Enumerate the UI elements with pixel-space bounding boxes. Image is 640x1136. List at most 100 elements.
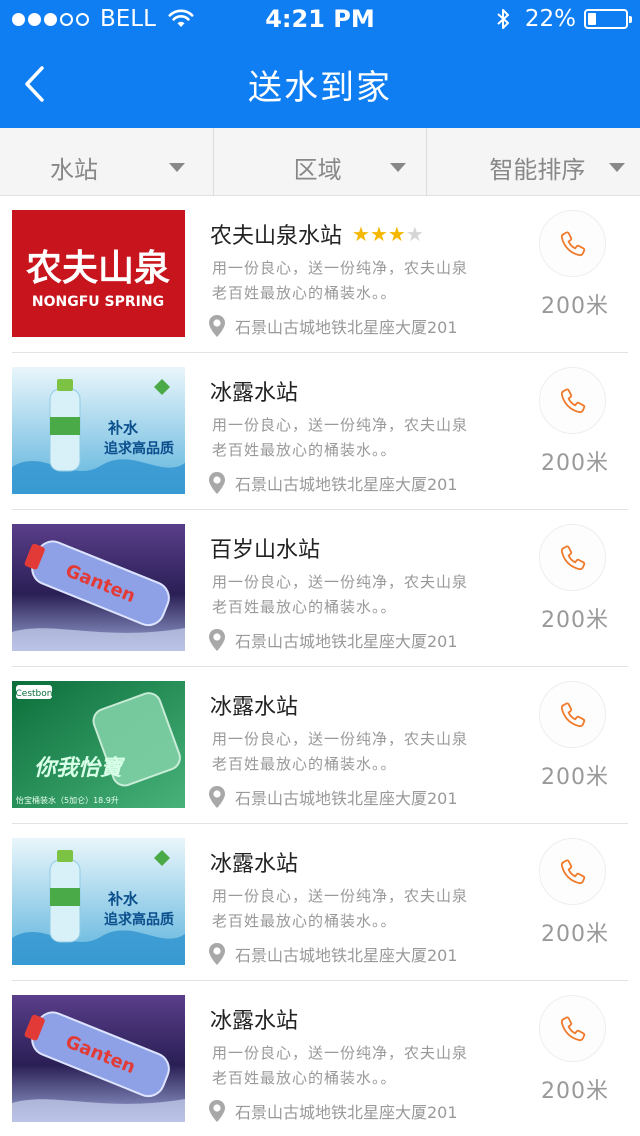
station-name-row: 百岁山水站 bbox=[210, 532, 320, 564]
station-distance: 200米 bbox=[541, 765, 609, 790]
list-item[interactable]: Ganten 百岁山水站 用一份良心，送一份纯净，农夫山泉 老百姓最放心的桶装水… bbox=[0, 510, 640, 667]
page-title: 送水到家 bbox=[248, 68, 392, 108]
call-button[interactable] bbox=[539, 524, 606, 591]
description-line: 用一份良心，送一份纯净，农夫山泉 bbox=[212, 730, 469, 748]
station-description: 用一份良心，送一份纯净，农夫山泉 老百姓最放心的桶装水。。 bbox=[212, 727, 512, 777]
list-item[interactable]: 补水 追求高品质 冰露水站 用一份良心，送一份纯净，农夫山泉 老百姓最放心的桶装… bbox=[0, 824, 640, 981]
filter-bar: 水站 区域 智能排序 bbox=[0, 128, 640, 196]
station-name-row: 冰露水站 bbox=[210, 846, 298, 878]
list-item[interactable]: 补水 追求高品质 冰露水站 用一份良心，送一份纯净，农夫山泉 老百姓最放心的桶装… bbox=[0, 353, 640, 510]
station-name: 冰露水站 bbox=[210, 695, 299, 720]
station-description: 用一份良心，送一份纯净，农夫山泉 老百姓最放心的桶装水。。 bbox=[212, 570, 512, 620]
battery-icon bbox=[584, 9, 632, 29]
location-pin-icon bbox=[209, 315, 225, 337]
station-thumbnail[interactable]: 农夫山泉 NONGFU SPRING bbox=[12, 210, 185, 337]
call-button[interactable] bbox=[539, 838, 606, 905]
svg-text:农夫山泉: 农夫山泉 bbox=[26, 248, 170, 289]
filter-station[interactable]: 水站 bbox=[0, 128, 213, 196]
svg-text:补水: 补水 bbox=[107, 890, 139, 908]
station-address-row: 石景山古城地铁北星座大厦201 bbox=[208, 314, 458, 338]
station-thumbnail[interactable]: Ganten bbox=[12, 524, 185, 651]
call-button[interactable] bbox=[539, 681, 606, 748]
description-line: 老百姓最放心的桶装水。。 bbox=[212, 755, 397, 773]
svg-text:补水: 补水 bbox=[107, 419, 139, 437]
filter-area-label: 区域 bbox=[293, 156, 342, 184]
rating-stars: ★ ★ ★ ★ bbox=[352, 224, 424, 244]
svg-text:Cestbon: Cestbon bbox=[16, 689, 53, 699]
station-thumbnail[interactable]: Cestbon 你我怡寶 怡宝桶装水（5加仑）18.9升 bbox=[12, 681, 185, 808]
station-name: 农夫山泉水站 bbox=[210, 224, 343, 249]
station-name: 冰露水站 bbox=[210, 1009, 299, 1034]
nav-bar: 送水到家 bbox=[0, 40, 640, 128]
station-address-row: 石景山古城地铁北星座大厦201 bbox=[208, 942, 458, 966]
station-address-row: 石景山古城地铁北星座大厦201 bbox=[208, 785, 458, 809]
description-line: 用一份良心，送一份纯净，农夫山泉 bbox=[212, 416, 469, 434]
caret-down-icon bbox=[169, 163, 185, 172]
station-name: 百岁山水站 bbox=[210, 538, 321, 563]
station-distance: 200米 bbox=[541, 451, 609, 476]
station-list: 农夫山泉 NONGFU SPRING 农夫山泉水站 ★ ★ ★ ★ 用一份良心，送一份… bbox=[0, 196, 640, 1136]
station-address: 石景山古城地铁北星座大厦201 bbox=[235, 632, 458, 651]
station-thumbnail[interactable]: 补水 追求高品质 bbox=[12, 838, 185, 965]
phone-icon bbox=[560, 1016, 585, 1041]
call-button[interactable] bbox=[539, 210, 606, 277]
star-empty-icon: ★ bbox=[405, 222, 424, 246]
phone-icon bbox=[560, 859, 585, 884]
station-address: 石景山古城地铁北星座大厦201 bbox=[235, 475, 458, 494]
station-distance: 200米 bbox=[541, 294, 609, 319]
station-thumbnail[interactable]: Ganten bbox=[12, 995, 185, 1122]
filter-sort[interactable]: 智能排序 bbox=[426, 128, 640, 196]
location-pin-icon bbox=[209, 786, 225, 808]
caret-down-icon bbox=[609, 163, 626, 172]
location-pin-icon bbox=[209, 943, 225, 965]
description-line: 老百姓最放心的桶装水。。 bbox=[212, 441, 397, 459]
station-name: 冰露水站 bbox=[210, 852, 299, 877]
svg-text:追求高品质: 追求高品质 bbox=[104, 911, 174, 928]
battery-percent: 22% bbox=[524, 6, 576, 32]
list-item[interactable]: 农夫山泉 NONGFU SPRING 农夫山泉水站 ★ ★ ★ ★ 用一份良心，送一份… bbox=[0, 196, 640, 353]
station-name-row: 冰露水站 bbox=[210, 689, 298, 721]
star-filled-icon: ★ bbox=[387, 222, 406, 246]
station-thumbnail[interactable]: 补水 追求高品质 bbox=[12, 367, 185, 494]
station-name-row: 冰露水站 bbox=[210, 375, 298, 407]
description-line: 老百姓最放心的桶装水。。 bbox=[212, 598, 397, 616]
description-line: 老百姓最放心的桶装水。。 bbox=[212, 912, 397, 930]
station-address-row: 石景山古城地铁北星座大厦201 bbox=[208, 471, 458, 495]
svg-text:怡宝桶装水（5加仑）18.9升: 怡宝桶装水（5加仑）18.9升 bbox=[16, 795, 119, 805]
description-line: 用一份良心，送一份纯净，农夫山泉 bbox=[212, 573, 469, 591]
filter-station-label: 水站 bbox=[50, 156, 98, 184]
station-description: 用一份良心，送一份纯净，农夫山泉 老百姓最放心的桶装水。。 bbox=[212, 884, 512, 934]
description-line: 用一份良心，送一份纯净，农夫山泉 bbox=[212, 1044, 469, 1062]
station-address-row: 石景山古城地铁北星座大厦201 bbox=[208, 628, 458, 652]
list-item[interactable]: Ganten 冰露水站 用一份良心，送一份纯净，农夫山泉 老百姓最放心的桶装水。… bbox=[0, 981, 640, 1136]
list-item[interactable]: Cestbon 你我怡寶 怡宝桶装水（5加仑）18.9升 冰露水站 用一份良心，… bbox=[0, 667, 640, 824]
svg-text:你我怡寶: 你我怡寶 bbox=[34, 755, 126, 781]
station-description: 用一份良心，送一份纯净，农夫山泉 老百姓最放心的桶装水。。 bbox=[212, 413, 512, 463]
star-filled-icon: ★ bbox=[369, 222, 388, 246]
station-distance: 200米 bbox=[541, 608, 609, 633]
call-button[interactable] bbox=[539, 367, 606, 434]
station-description: 用一份良心，送一份纯净，农夫山泉 老百姓最放心的桶装水。。 bbox=[212, 1041, 512, 1091]
app-header: BELL 4:21 PM 22% 送水到家 bbox=[0, 0, 640, 128]
station-address: 石景山古城地铁北星座大厦201 bbox=[235, 1103, 458, 1122]
description-line: 老百姓最放心的桶装水。。 bbox=[212, 284, 397, 302]
station-description: 用一份良心，送一份纯净，农夫山泉 老百姓最放心的桶装水。。 bbox=[212, 256, 512, 306]
phone-icon bbox=[560, 545, 585, 570]
bluetooth-icon bbox=[497, 9, 509, 29]
filter-area[interactable]: 区域 bbox=[212, 128, 427, 196]
phone-icon bbox=[560, 388, 585, 413]
station-name-row: 农夫山泉水站 ★ ★ ★ ★ bbox=[210, 218, 424, 250]
location-pin-icon bbox=[209, 472, 225, 494]
station-address: 石景山古城地铁北星座大厦201 bbox=[235, 946, 458, 965]
call-button[interactable] bbox=[539, 995, 606, 1062]
location-pin-icon bbox=[209, 629, 225, 651]
phone-icon bbox=[560, 231, 585, 256]
station-distance: 200米 bbox=[541, 922, 609, 947]
station-address-row: 石景山古城地铁北星座大厦201 bbox=[208, 1099, 458, 1123]
description-line: 用一份良心，送一份纯净，农夫山泉 bbox=[212, 887, 469, 905]
star-filled-icon: ★ bbox=[352, 222, 370, 246]
status-bar: BELL 4:21 PM 22% bbox=[0, 0, 640, 40]
svg-text:NONGFU SPRING: NONGFU SPRING bbox=[32, 294, 164, 310]
caret-down-icon bbox=[389, 163, 406, 172]
location-pin-icon bbox=[209, 1100, 225, 1122]
